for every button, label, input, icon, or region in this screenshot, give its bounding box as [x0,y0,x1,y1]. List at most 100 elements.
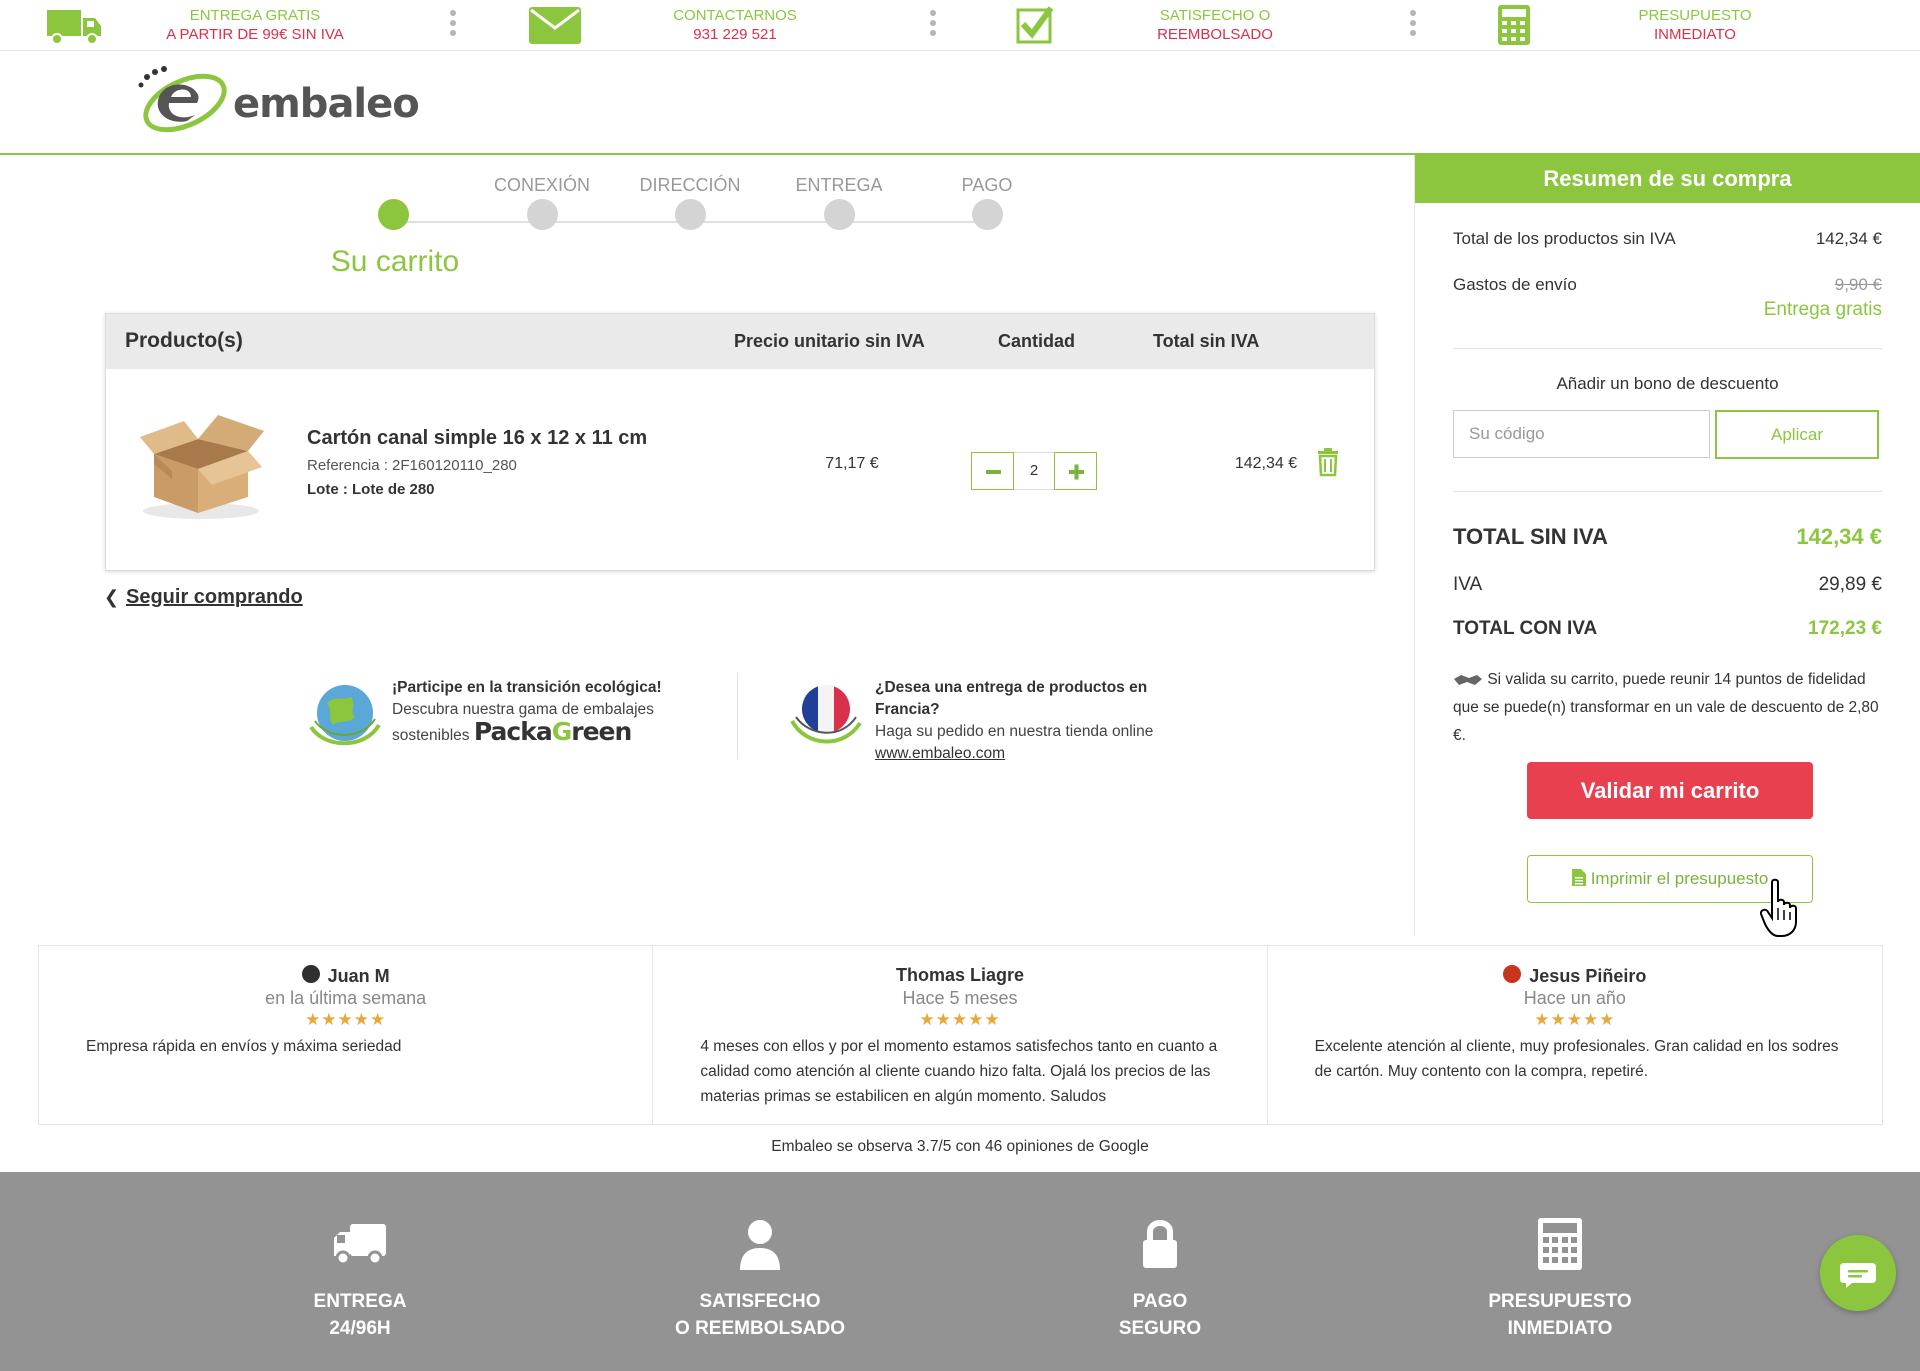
step-address[interactable]: DIRECCIÓN [615,155,765,230]
top-info-bar: ENTREGA GRATIS A PARTIR DE 99€ SIN IVA C… [0,0,1920,51]
embaleo-com-link[interactable]: www.embaleo.com [875,745,1005,762]
avatar [1503,965,1522,983]
packagreen-logo: PackaGreen [473,717,632,746]
truck-icon [334,1224,386,1266]
globe-icon [309,685,381,746]
topbar-line1: CONTACTARNOS [673,7,797,24]
step-label: PAGO [961,175,1013,195]
embaleo-logo[interactable]: embaleo [135,63,420,143]
review-author: Jesus Piñeiro [1529,966,1647,986]
minus-icon [986,470,1001,474]
summary-divider [1453,491,1882,492]
step-delivery[interactable]: ENTREGA [764,155,914,230]
footer-line1: PAGO [1132,1291,1188,1312]
summary-products-value: 142,34 € [1815,229,1882,248]
review-date: en la última semana [265,988,427,1008]
cart-table: Producto(s) Precio unitario sin IVA Cant… [105,313,1375,571]
footer-delivery: ENTREGA 24/96H [210,1172,510,1342]
order-summary: Resumen de su compra Total de los produc… [1414,155,1920,935]
vat-label: IVA [1453,574,1483,595]
calculator-icon [1498,5,1530,45]
review-author: Thomas Liagre [895,965,1024,985]
footer-line1: ENTREGA [313,1291,407,1312]
summary-divider [1453,348,1882,349]
review-card: Thomas Liagre Hace 5 meses ★★★★★ 4 meses… [653,946,1268,1124]
france-promo-title: ¿Desea una entrega de productos en Franc… [875,679,1148,718]
topbar-quote[interactable]: PRESUPUESTO INMEDIATO [1440,0,1920,50]
footer-line1: SATISFECHO [699,1291,821,1312]
truck-icon [47,10,101,45]
review-text: 4 meses con ellos y por el momento estam… [700,1038,1218,1105]
plus-icon [1069,464,1084,480]
footer-line2: INMEDIATO [1507,1318,1613,1339]
topbar-free-shipping[interactable]: ENTREGA GRATIS A PARTIR DE 99€ SIN IVA [0,0,480,50]
logo-text: embaleo [233,81,420,127]
step-label: ENTREGA [795,175,883,195]
lock-icon [1143,1220,1177,1268]
topbar-contact[interactable]: CONTACTARNOS 931 229 521 [480,0,960,50]
product-line-total: 142,34 € [1234,455,1298,472]
print-quote-label: Imprimir el presupuesto [1590,869,1769,888]
step-connection[interactable]: CONEXIÓN [467,155,617,230]
cart-table-header: Producto(s) Precio unitario sin IVA Cant… [106,314,1374,369]
logo-swoosh-icon [138,66,227,133]
total-incl-label: TOTAL CON IVA [1453,618,1598,639]
coupon-label: Añadir un bono de descuento [1556,374,1779,393]
quantity-increase-button[interactable] [1054,452,1097,490]
envelope-icon [529,7,581,44]
product-name[interactable]: Cartón canal simple 16 x 12 x 11 cm [307,427,647,450]
total-excl-label: TOTAL SIN IVA [1453,524,1608,549]
validate-cart-button[interactable]: Validar mi carrito [1527,762,1813,819]
reviews-summary: Embaleo se observa 3.7/5 con 46 opinione… [771,1138,1149,1155]
france-promo[interactable]: ¿Desea una entrega de productos en Franc… [788,677,1208,762]
topbar-line1: SATISFECHO O [1159,7,1271,24]
calculator-icon [1538,1218,1582,1270]
topbar-line2: INMEDIATO [1654,26,1736,43]
step-dot [674,199,706,230]
summary-products-row: Total de los productos sin IVA 142,34 € [1453,229,1882,249]
current-step-title: Su carrito [330,245,460,278]
quantity-decrease-button[interactable] [971,452,1014,490]
continue-shopping-link[interactable]: ❮ Seguir comprando [104,586,303,609]
site-header: embaleo [0,51,1920,155]
vat-value: 29,89 € [1818,574,1882,595]
checkout-steps: CONEXIÓN DIRECCIÓN ENTREGA PAGO Su carri… [0,155,1410,285]
footer-line1: PRESUPUESTO [1488,1291,1632,1312]
review-date: Hace 5 meses [902,988,1018,1008]
eco-promo-title: ¡Participe en la transición ecológica! [392,679,662,696]
document-icon [1571,869,1586,886]
step-label: CONEXIÓN [493,175,590,195]
checkbox-icon [1016,6,1054,44]
google-reviews: Juan M en la última semana ★★★★★ Empresa… [38,945,1883,1125]
summary-total-incl-row: TOTAL CON IVA 172,23 € [1453,618,1882,640]
avatar [301,965,320,983]
review-stars: ★★★★★ [305,1010,387,1029]
topbar-separator [1408,10,1418,42]
quantity-input[interactable]: 2 [1014,452,1054,490]
summary-shipping-label: Gastos de envío [1453,275,1577,294]
topbar-separator [448,10,458,42]
total-incl-value: 172,23 € [1808,618,1882,639]
step-payment[interactable]: PAGO [912,155,1062,230]
eco-promo-line2: sostenibles [392,727,470,744]
eco-promo[interactable]: ¡Participe en la transición ecológica! D… [305,677,725,762]
col-product: Producto(s) [125,329,243,352]
apply-coupon-button[interactable]: Aplicar [1715,410,1879,459]
france-promo-line1: Haga su pedido en nuestra tienda online [875,723,1154,740]
topbar-line1: ENTREGA GRATIS [189,7,321,24]
summary-free-shipping: Entrega gratis [1763,299,1882,320]
step-cart[interactable] [318,155,468,230]
review-card: Jesus Piñeiro Hace un año ★★★★★ Excelent… [1268,946,1882,1124]
product-lot: Lote : Lote de 280 [307,481,435,498]
coupon-input[interactable]: Su código [1453,410,1710,458]
chat-widget-button[interactable] [1820,1235,1896,1311]
product-unit-price: 71,17 € [825,455,879,472]
review-date: Hace un año [1523,988,1626,1008]
topbar-satisfaction[interactable]: SATISFECHO O REEMBOLSADO [960,0,1440,50]
summary-shipping-row: Gastos de envío 9,90 € Entrega gratis [1453,275,1882,321]
quantity-stepper: 2 [971,452,1097,490]
loyalty-points-note: Si valida su carrito, puede reunir 14 pu… [1453,666,1890,750]
trash-icon[interactable] [1314,447,1342,477]
review-stars: ★★★★★ [1534,1010,1616,1029]
product-image[interactable] [136,409,266,524]
